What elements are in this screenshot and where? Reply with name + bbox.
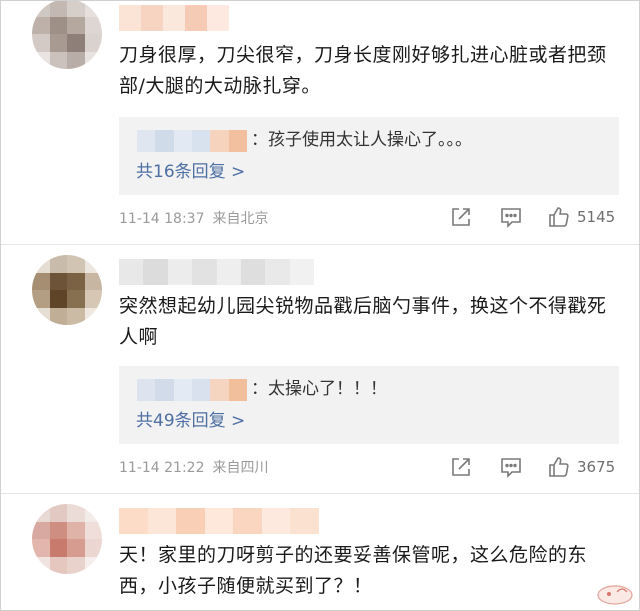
username[interactable] bbox=[119, 259, 314, 285]
avatar[interactable] bbox=[32, 255, 102, 325]
share-icon bbox=[452, 458, 470, 476]
comment-icon bbox=[501, 458, 521, 478]
share-button[interactable] bbox=[450, 456, 472, 478]
comment-feed: 刀身很厚，刀尖很窄，刀身长度刚好够扎进心脏或者把颈部/大腿的大动脉扎穿。 ：孩子… bbox=[0, 0, 640, 611]
like-count: 3675 bbox=[577, 458, 616, 476]
comment-meta: 11-14 18:37 来自北京 bbox=[119, 209, 268, 229]
view-replies-link[interactable]: 共16条回复 > bbox=[136, 159, 245, 185]
username[interactable] bbox=[119, 508, 319, 534]
reply-text: ：孩子使用太让人操心了。。。 bbox=[251, 130, 472, 150]
comment-icon bbox=[501, 208, 521, 228]
comment-text: 刀身很厚，刀尖很窄，刀身长度刚好够扎进心脏或者把颈部/大腿的大动脉扎穿。 bbox=[119, 44, 607, 97]
share-button[interactable] bbox=[450, 206, 472, 228]
location: 来自四川 bbox=[212, 460, 269, 476]
like-button[interactable]: 5145 bbox=[547, 205, 615, 229]
username[interactable] bbox=[119, 5, 229, 31]
watermark-logo bbox=[597, 585, 633, 605]
thumbs-up-icon bbox=[549, 207, 569, 227]
comment-text: 天！家里的刀呀剪子的还要妥善保管呢，这么危险的东西，小孩子随便就买到了？！ bbox=[119, 544, 588, 597]
view-replies-link[interactable]: 共49条回复 > bbox=[136, 408, 245, 434]
timestamp: 11-14 18:37 bbox=[119, 211, 205, 227]
like-button[interactable]: 3675 bbox=[547, 455, 615, 479]
timestamp: 11-14 21:22 bbox=[119, 460, 205, 476]
location: 来自北京 bbox=[212, 211, 269, 227]
avatar[interactable] bbox=[32, 1, 102, 69]
thumbs-up-icon bbox=[549, 457, 569, 477]
reply-username[interactable] bbox=[137, 130, 247, 152]
reply-text: ：太操心了！！！ bbox=[251, 379, 387, 399]
comment-meta: 11-14 21:22 来自四川 bbox=[119, 458, 268, 478]
reply-preview[interactable]: ：太操心了！！！ 共49条回复 > bbox=[119, 366, 619, 444]
like-count: 5145 bbox=[577, 208, 616, 226]
comment-button[interactable] bbox=[499, 456, 523, 478]
comment-text: 突然想起幼儿园尖锐物品戳后脑勺事件，换这个不得戳死人啊 bbox=[119, 295, 607, 348]
share-icon bbox=[452, 208, 470, 226]
reply-preview[interactable]: ：孩子使用太让人操心了。。。 共16条回复 > bbox=[119, 117, 619, 195]
divider bbox=[1, 493, 639, 494]
comment-button[interactable] bbox=[499, 206, 523, 228]
avatar[interactable] bbox=[32, 504, 102, 574]
reply-username[interactable] bbox=[137, 379, 247, 401]
divider bbox=[1, 244, 639, 245]
